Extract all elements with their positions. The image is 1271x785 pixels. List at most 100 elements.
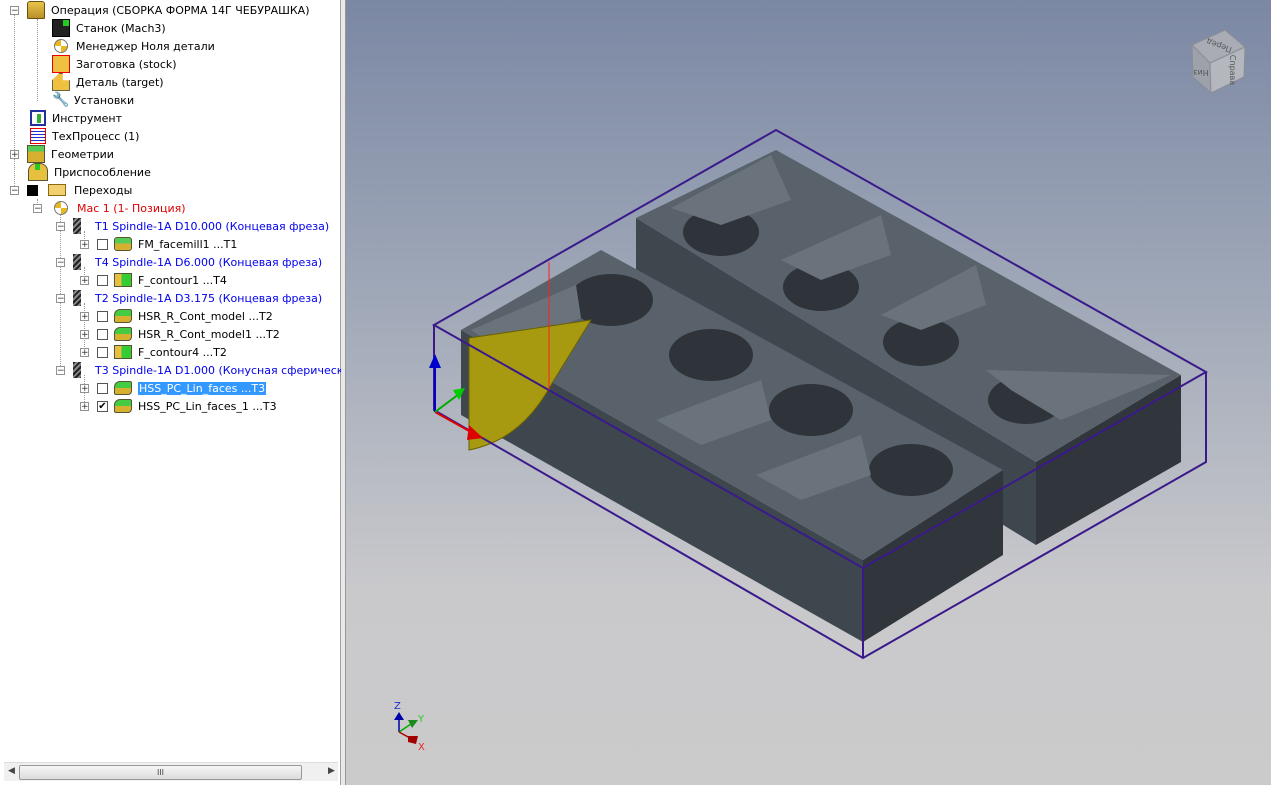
end-mill-icon xyxy=(73,218,81,234)
tree-item-tool[interactable]: − T3 Spindle-1A D1.000 (Конусная сферичес… xyxy=(56,361,370,379)
contour-icon xyxy=(114,345,132,359)
expand-toggle[interactable]: + xyxy=(80,311,89,321)
visibility-checkbox[interactable] xyxy=(97,382,108,394)
expand-toggle[interactable]: + xyxy=(80,329,89,339)
expand-toggle[interactable]: + xyxy=(80,401,89,411)
visibility-checkbox[interactable] xyxy=(97,310,108,322)
collapse-toggle[interactable]: − xyxy=(10,185,19,195)
tree-item-tools[interactable]: Инструмент xyxy=(30,109,122,127)
expand-toggle[interactable]: + xyxy=(80,239,89,249)
tree-item-fixture[interactable]: Приспособление xyxy=(28,163,151,181)
collapse-toggle[interactable]: − xyxy=(56,365,65,375)
collapse-toggle[interactable]: − xyxy=(56,293,65,303)
visibility-checkbox[interactable]: ✔ xyxy=(97,400,108,412)
tree-label: T3 Spindle-1A D1.000 (Конусная сферическ… xyxy=(95,363,371,377)
tree-label: Приспособление xyxy=(54,165,151,179)
scrollbar-thumb[interactable]: III xyxy=(19,765,302,780)
model-view xyxy=(429,128,1209,660)
x-arrow-icon xyxy=(408,736,418,744)
z-arrow-icon xyxy=(394,712,404,720)
folder-open-icon xyxy=(48,184,66,196)
tree-item-process[interactable]: ТехПроцесс (1) xyxy=(30,127,139,145)
tree-label: T4 Spindle-1A D6.000 (Концевая фреза) xyxy=(95,255,323,269)
tree-label: T1 Spindle-1A D10.000 (Концевая фреза) xyxy=(95,219,330,233)
color-swatch xyxy=(27,184,38,196)
collapse-toggle[interactable]: − xyxy=(33,203,42,213)
visibility-checkbox[interactable] xyxy=(97,238,108,250)
expand-toggle[interactable]: + xyxy=(80,347,89,357)
tree-item-toolpath[interactable]: + F_contour4 ...T2 xyxy=(80,343,227,361)
3d-viewport[interactable]: Перед Справа Низ Z Y X xyxy=(346,0,1271,785)
tree-item-target[interactable]: Деталь (target) xyxy=(52,73,164,91)
expand-toggle[interactable]: + xyxy=(80,383,89,393)
tree-label: Станок (Mach3) xyxy=(76,21,166,35)
horizontal-scrollbar[interactable]: ◀ III ▶ xyxy=(4,762,338,781)
stock-icon xyxy=(52,55,70,73)
end-mill-icon xyxy=(73,362,81,378)
collapse-toggle[interactable]: − xyxy=(56,221,65,231)
tree-label: Mac 1 (1- Позиция) xyxy=(77,201,186,215)
tree-item-geometry[interactable]: + Геометрии xyxy=(10,145,114,163)
machine-icon xyxy=(52,19,70,37)
tree-item-toolpath[interactable]: + F_contour1 ...T4 xyxy=(80,271,227,289)
tree-label: Менеджер Ноля детали xyxy=(76,39,215,53)
tree-label: Установки xyxy=(74,93,135,107)
tree-label: HSS_PC_Lin_faces_1 ...T3 xyxy=(138,399,277,413)
tree-item-operation[interactable]: − Операция (СБОРКА ФОРМА 14Г ЧЕБУРАШКА) xyxy=(10,1,310,19)
collapse-toggle[interactable]: − xyxy=(10,5,19,15)
y-arrow-icon xyxy=(408,720,418,728)
zero-point-icon xyxy=(54,39,68,53)
tree-label: HSR_R_Cont_model1 ...T2 xyxy=(138,327,280,341)
tree-item-tool[interactable]: − T2 Spindle-1A D3.175 (Концевая фреза) xyxy=(56,289,322,307)
tree-label: F_contour1 ...T4 xyxy=(138,273,227,287)
tree-item-settings[interactable]: 🔧 Установки xyxy=(52,91,134,109)
tree-item-toolpath[interactable]: + HSR_R_Cont_model ...T2 xyxy=(80,307,273,325)
operation-tree[interactable]: − Операция (СБОРКА ФОРМА 14Г ЧЕБУРАШКА) С… xyxy=(0,0,370,785)
tree-item-mac[interactable]: − Mac 1 (1- Позиция) xyxy=(33,199,186,217)
tree-item-tool[interactable]: − T1 Spindle-1A D10.000 (Концевая фреза) xyxy=(56,217,329,235)
surface-icon xyxy=(114,309,132,323)
tree-item-zero-manager[interactable]: Менеджер Ноля детали xyxy=(52,37,215,55)
expand-toggle[interactable]: + xyxy=(80,275,89,285)
contour-icon xyxy=(114,273,132,287)
tree-item-stock[interactable]: Заготовка (stock) xyxy=(52,55,177,73)
tree-label: F_contour4 ...T2 xyxy=(138,345,227,359)
expand-toggle[interactable]: + xyxy=(10,149,19,159)
axis-indicator: Z Y X xyxy=(394,701,425,753)
tree-item-tool[interactable]: − T4 Spindle-1A D6.000 (Концевая фреза) xyxy=(56,253,322,271)
tree-item-toolpath[interactable]: + FM_facemill1 ...T1 xyxy=(80,235,237,253)
tree-label: Геометрии xyxy=(51,147,114,161)
tree-label: Инструмент xyxy=(52,111,123,125)
wrench-icon: 🔧 xyxy=(52,92,70,108)
tree-label: T2 Spindle-1A D3.175 (Концевая фреза) xyxy=(95,291,323,305)
view-cube[interactable]: Перед Справа Низ xyxy=(1175,15,1250,95)
end-mill-icon xyxy=(73,254,81,270)
viewcube-bottom-label[interactable]: Низ xyxy=(1193,68,1208,77)
tree-item-machine[interactable]: Станок (Mach3) xyxy=(52,19,166,37)
tree-item-toolpath[interactable]: + HSR_R_Cont_model1 ...T2 xyxy=(80,325,280,343)
tree-item-toolpath[interactable]: + HSS_PC_Lin_faces ...T3 xyxy=(80,379,267,397)
tree-item-toolpath[interactable]: + ✔ HSS_PC_Lin_faces_1 ...T3 xyxy=(80,397,277,415)
tree-label: HSR_R_Cont_model ...T2 xyxy=(138,309,273,323)
end-mill-icon xyxy=(73,290,81,306)
axis-x-label: X xyxy=(418,742,425,753)
axis-z-label: Z xyxy=(394,701,401,712)
tree-label: HSS_PC_Lin_faces ...T3 xyxy=(138,381,267,395)
surface-icon xyxy=(114,399,132,413)
viewcube-right-label[interactable]: Справа xyxy=(1228,55,1237,86)
surface-icon xyxy=(114,327,132,341)
tree-label: ТехПроцесс (1) xyxy=(52,129,140,143)
collapse-toggle[interactable]: − xyxy=(56,257,65,267)
tree-label: Заготовка (stock) xyxy=(76,57,177,71)
scroll-right-arrow[interactable]: ▶ xyxy=(328,766,335,776)
scroll-left-arrow[interactable]: ◀ xyxy=(8,766,15,776)
visibility-checkbox[interactable] xyxy=(97,274,108,286)
visibility-checkbox[interactable] xyxy=(97,328,108,340)
tree-item-transitions[interactable]: − Переходы xyxy=(10,181,132,199)
tree-label: FM_facemill1 ...T1 xyxy=(138,237,238,251)
axis-y-label: Y xyxy=(417,714,425,725)
tool-library-icon xyxy=(30,110,46,126)
tree-label: Переходы xyxy=(74,183,133,197)
visibility-checkbox[interactable] xyxy=(97,346,108,358)
facemill-icon xyxy=(114,237,132,251)
